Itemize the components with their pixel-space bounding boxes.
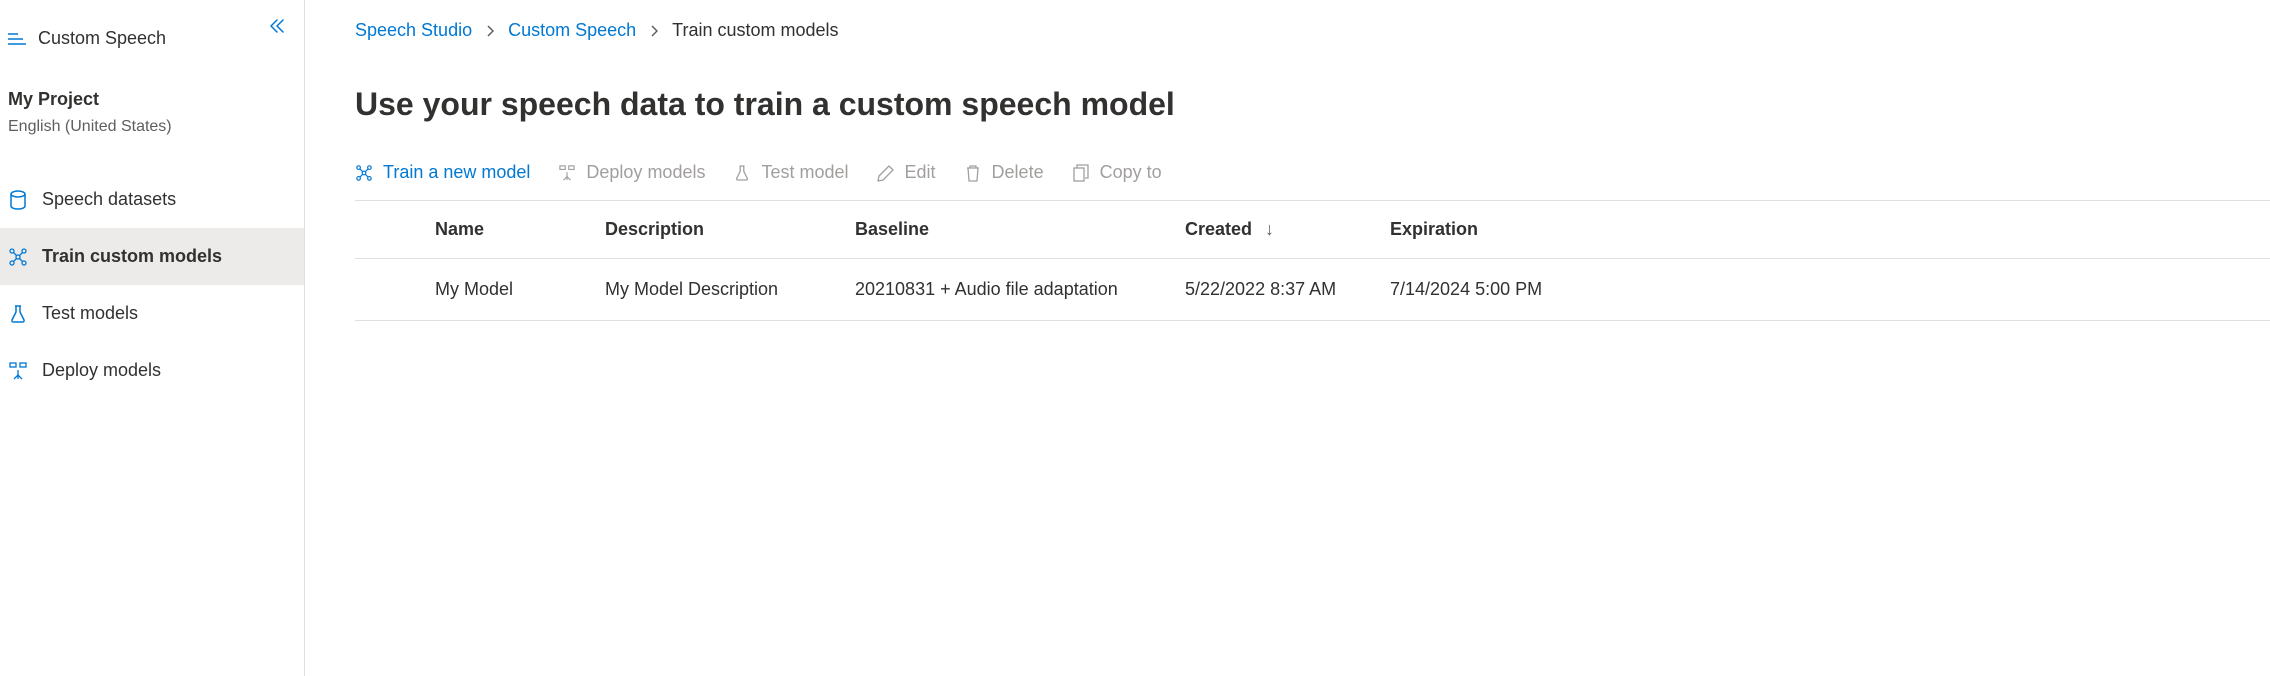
toolbar-label: Train a new model [383, 162, 530, 183]
nav-list: Speech datasets Train custom models [0, 171, 304, 399]
chevron-right-icon [486, 25, 494, 37]
nav-item-speech-datasets[interactable]: Speech datasets [0, 171, 304, 228]
train-new-model-button[interactable]: Train a new model [355, 158, 530, 187]
copy-to-button[interactable]: Copy to [1072, 158, 1162, 187]
table-row[interactable]: My Model My Model Description 20210831 +… [355, 259, 2270, 321]
copy-icon [1072, 164, 1090, 182]
breadcrumb: Speech Studio Custom Speech Train custom… [355, 20, 2270, 41]
nav-item-deploy-models[interactable]: Deploy models [0, 342, 304, 399]
table-header-name[interactable]: Name [435, 219, 605, 240]
sidebar: Custom Speech My Project English (United… [0, 0, 305, 676]
project-name: My Project [8, 89, 296, 110]
beaker-icon [8, 304, 28, 324]
nav-item-test-models[interactable]: Test models [0, 285, 304, 342]
toolbar-label: Test model [761, 162, 848, 183]
table-cell-description: My Model Description [605, 279, 855, 300]
project-section: My Project English (United States) [0, 69, 304, 141]
page-title: Use your speech data to train a custom s… [355, 86, 2270, 123]
sidebar-header-label: Custom Speech [38, 28, 166, 49]
database-icon [8, 190, 28, 210]
breadcrumb-link-custom-speech[interactable]: Custom Speech [508, 20, 636, 41]
sort-down-icon: ↓ [1265, 219, 1274, 239]
deploy-icon [8, 361, 28, 381]
toolbar-label: Edit [905, 162, 936, 183]
project-locale: English (United States) [8, 118, 296, 136]
breadcrumb-current: Train custom models [672, 20, 838, 41]
edit-icon [877, 164, 895, 182]
table-cell-name: My Model [435, 279, 605, 300]
delete-icon [964, 164, 982, 182]
collapse-sidebar-button[interactable] [270, 19, 284, 33]
main-content: Speech Studio Custom Speech Train custom… [305, 0, 2270, 676]
nav-item-label: Train custom models [42, 246, 222, 267]
toolbar-label: Copy to [1100, 162, 1162, 183]
brain-icon [8, 247, 28, 267]
models-table: Name Description Baseline Created ↓ Expi… [355, 201, 2270, 321]
nav-item-label: Speech datasets [42, 189, 176, 210]
list-icon [8, 32, 26, 46]
edit-button[interactable]: Edit [877, 158, 936, 187]
chevron-right-icon [650, 25, 658, 37]
nav-item-label: Test models [42, 303, 138, 324]
deploy-models-button[interactable]: Deploy models [558, 158, 705, 187]
table-cell-baseline: 20210831 + Audio file adaptation [855, 279, 1185, 300]
table-cell-expiration: 7/14/2024 5:00 PM [1390, 279, 2270, 300]
test-model-button[interactable]: Test model [733, 158, 848, 187]
chevron-double-left-icon [270, 19, 284, 33]
sidebar-header[interactable]: Custom Speech [0, 18, 304, 69]
nav-item-train-custom-models[interactable]: Train custom models [0, 228, 304, 285]
beaker-icon [733, 164, 751, 182]
table-row-checkbox[interactable] [355, 279, 435, 300]
nav-item-label: Deploy models [42, 360, 161, 381]
toolbar-label: Delete [992, 162, 1044, 183]
table-header-expiration[interactable]: Expiration [1390, 219, 2270, 240]
breadcrumb-link-speech-studio[interactable]: Speech Studio [355, 20, 472, 41]
toolbar: Train a new model Deploy models Test mod… [355, 158, 2270, 201]
toolbar-label: Deploy models [586, 162, 705, 183]
brain-icon [355, 164, 373, 182]
table-header-created[interactable]: Created ↓ [1185, 219, 1390, 240]
table-header-checkbox [355, 219, 435, 240]
table-header-description[interactable]: Description [605, 219, 855, 240]
table-header: Name Description Baseline Created ↓ Expi… [355, 201, 2270, 259]
table-cell-created: 5/22/2022 8:37 AM [1185, 279, 1390, 300]
deploy-icon [558, 164, 576, 182]
table-header-baseline[interactable]: Baseline [855, 219, 1185, 240]
delete-button[interactable]: Delete [964, 158, 1044, 187]
